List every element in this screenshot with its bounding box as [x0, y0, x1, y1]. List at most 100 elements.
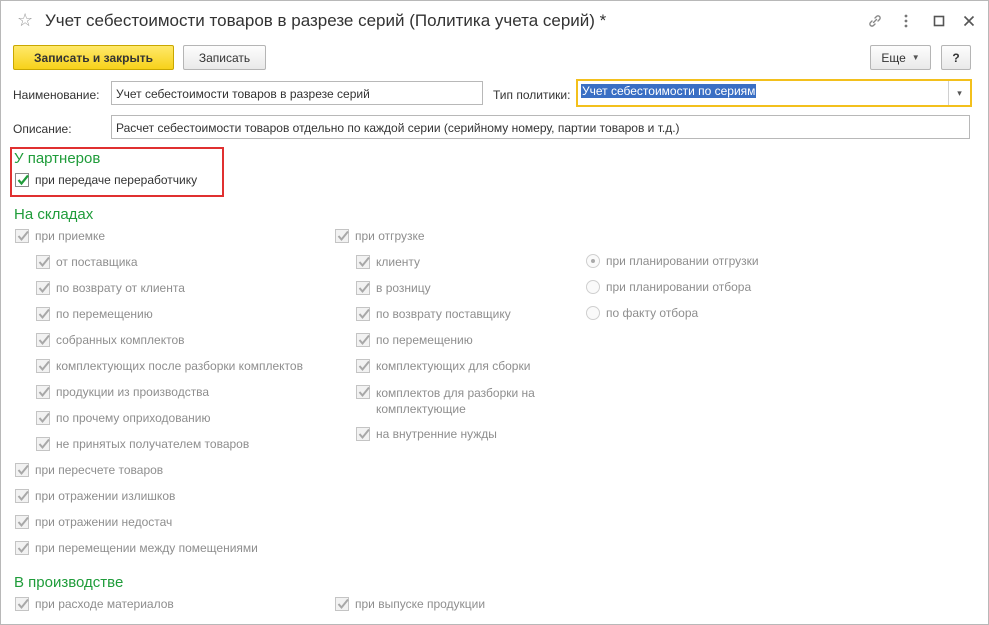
product-output-checkbox[interactable]: при выпуске продукции: [335, 597, 485, 612]
shipment-item-label: по возврату поставщику: [376, 307, 511, 321]
more-actions-icon[interactable]: [896, 11, 916, 31]
checkbox-box: [36, 281, 50, 295]
check-icon: [17, 542, 29, 554]
checkbox-box: [356, 281, 370, 295]
close-icon[interactable]: [959, 11, 979, 31]
shipment-item-checkbox[interactable]: комплектующих для сборки: [356, 359, 530, 374]
checkbox-box: [15, 489, 29, 503]
checkbox-box: [36, 333, 50, 347]
check-icon: [337, 598, 349, 610]
receipt-checkbox[interactable]: при приемке: [15, 229, 105, 244]
check-icon: [38, 438, 50, 450]
product-output-label: при выпуске продукции: [355, 597, 486, 611]
receipt-item-label: по прочему оприходованию: [56, 411, 211, 425]
section-partners-title: У партнеров: [14, 150, 101, 167]
check-icon: [337, 230, 349, 242]
shipment-checkbox[interactable]: при отгрузке: [335, 229, 425, 244]
checkbox-box: [356, 359, 370, 373]
description-field[interactable]: Расчет себестоимости товаров отдельно по…: [111, 115, 970, 139]
check-icon: [38, 308, 50, 320]
timing-radio-label: по факту отбора: [606, 306, 699, 320]
radio-circle: [586, 306, 600, 320]
checkbox-box: [36, 437, 50, 451]
save-button[interactable]: Записать: [183, 45, 266, 70]
name-field[interactable]: Учет себестоимости товаров в разрезе сер…: [111, 81, 483, 105]
check-icon: [38, 256, 50, 268]
receipt-item-checkbox[interactable]: собранных комплектов: [36, 333, 185, 348]
timing-radio-option[interactable]: при планировании отбора: [586, 280, 751, 294]
check-icon: [38, 412, 50, 424]
shipment-item-checkbox[interactable]: комплектов для разборки на комплектующие: [356, 385, 556, 417]
checkbox-box: [15, 541, 29, 555]
section-production-title: В производстве: [14, 574, 124, 591]
maximize-icon[interactable]: [929, 11, 949, 31]
receipt-item-checkbox[interactable]: по перемещению: [36, 307, 153, 322]
name-label: Наименование:: [13, 88, 100, 102]
warehouse-other-checkbox[interactable]: при отражении недостач: [15, 515, 172, 530]
checkbox-box: [15, 597, 29, 611]
shipment-label: при отгрузке: [355, 229, 425, 243]
checkbox-box: [356, 255, 370, 269]
shipment-item-label: комплектующих для сборки: [376, 359, 531, 373]
shipment-item-label: комплектов для разборки на комплектующие: [376, 386, 535, 416]
check-icon: [17, 598, 29, 610]
help-button[interactable]: ?: [941, 45, 971, 70]
policy-type-select[interactable]: Учет себестоимости по сериям ▾: [576, 79, 972, 107]
receipt-item-checkbox[interactable]: продукции из производства: [36, 385, 209, 400]
dropdown-arrow-icon[interactable]: ▾: [948, 81, 970, 105]
check-icon: [17, 516, 29, 528]
shipment-item-checkbox[interactable]: по возврату поставщику: [356, 307, 511, 322]
shipment-item-label: клиенту: [376, 255, 421, 269]
shipment-item-checkbox[interactable]: по перемещению: [356, 333, 473, 348]
timing-radio-option[interactable]: по факту отбора: [586, 306, 698, 320]
policy-type-label: Тип политики:: [493, 88, 571, 102]
warehouse-other-checkbox[interactable]: при отражении излишков: [15, 489, 175, 504]
transfer-processor-label: при передаче переработчику: [35, 173, 198, 187]
receipt-item-label: комплектующих после разборки комплектов: [56, 359, 303, 373]
check-icon: [358, 428, 370, 440]
radio-circle: [586, 254, 600, 268]
shipment-item-checkbox[interactable]: в розницу: [356, 281, 431, 296]
checkbox-box: [356, 427, 370, 441]
warehouse-other-label: при пересчете товаров: [35, 463, 164, 477]
checkbox-box: [36, 359, 50, 373]
checkbox-box: [335, 597, 349, 611]
check-icon: [358, 308, 370, 320]
receipt-item-label: от поставщика: [56, 255, 138, 269]
materials-consumption-checkbox[interactable]: при расходе материалов: [15, 597, 174, 612]
link-icon[interactable]: [865, 11, 885, 31]
receipt-item-checkbox[interactable]: по прочему оприходованию: [36, 411, 210, 426]
description-label: Описание:: [13, 122, 72, 136]
timing-radio-option[interactable]: при планировании отгрузки: [586, 254, 759, 268]
checkbox-box: [356, 333, 370, 347]
radio-circle: [586, 280, 600, 294]
check-icon: [17, 490, 29, 502]
receipt-item-checkbox[interactable]: от поставщика: [36, 255, 138, 270]
receipt-item-checkbox[interactable]: комплектующих после разборки комплектов: [36, 359, 303, 374]
checkbox-box: [15, 515, 29, 529]
receipt-item-checkbox[interactable]: по возврату от клиента: [36, 281, 185, 296]
window-title: Учет себестоимости товаров в разрезе сер…: [45, 11, 607, 30]
receipt-item-label: по перемещению: [56, 307, 153, 321]
warehouse-other-checkbox[interactable]: при перемещении между помещениями: [15, 541, 258, 556]
more-button-label: Еще: [881, 50, 906, 65]
checkbox-box: [36, 385, 50, 399]
shipment-item-checkbox[interactable]: клиенту: [356, 255, 420, 270]
checkbox-box: [36, 255, 50, 269]
warehouse-other-label: при отражении излишков: [35, 489, 176, 503]
receipt-item-label: по возврату от клиента: [56, 281, 185, 295]
receipt-item-checkbox[interactable]: не принятых получателем товаров: [36, 437, 249, 452]
radio-dot: [591, 259, 595, 263]
more-button[interactable]: Еще ▼: [870, 45, 931, 70]
checkbox-box: [15, 463, 29, 477]
check-icon: [38, 334, 50, 346]
save-and-close-button[interactable]: Записать и закрыть: [13, 45, 174, 70]
shipment-item-checkbox[interactable]: на внутренние нужды: [356, 427, 497, 442]
favorite-star-icon[interactable]: ☆: [17, 11, 33, 29]
transfer-processor-checkbox[interactable]: при передаче переработчику: [15, 173, 197, 188]
check-icon: [38, 282, 50, 294]
warehouse-other-checkbox[interactable]: при пересчете товаров: [15, 463, 163, 478]
check-icon: [358, 334, 370, 346]
check-icon: [38, 386, 50, 398]
checkbox-box: [36, 411, 50, 425]
